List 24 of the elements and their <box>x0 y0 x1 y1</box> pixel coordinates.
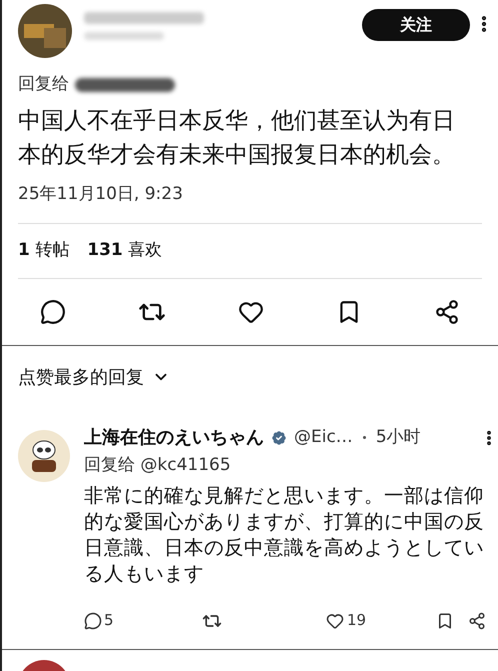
sort-replies-dropdown[interactable]: 点赞最多的回复 <box>2 346 186 408</box>
post-timestamp: 25年11月10日, 9:23 <box>18 182 184 206</box>
reply-to-label: 回复给 @kc41165 <box>84 454 232 477</box>
like-icon[interactable] <box>326 612 344 630</box>
avatar <box>18 430 70 482</box>
like-icon[interactable] <box>238 299 264 325</box>
reply-author-handle: @Eic… <box>294 426 353 449</box>
bookmark-icon[interactable] <box>436 612 454 630</box>
reply-text: 非常に的確な見解だと思います。一部は信仰的な愛国心がありますが、打算的に中国の反日意識、日本の反中意識を高めようとしている人もいます <box>84 482 485 586</box>
like-count: 19 <box>347 610 366 632</box>
stat-text[interactable]: 1 转帖 <box>18 238 70 264</box>
verified-icon <box>270 428 288 446</box>
reply-icon[interactable] <box>40 299 66 325</box>
reply-count: 5 <box>104 610 114 632</box>
reply-to-label: 回复给 <box>18 73 69 96</box>
stat-text[interactable]: 131 喜欢 <box>87 238 162 264</box>
post-text: 中国人不在乎日本反华，他们甚至认为有日本的反华才会有未来中国报复日本的机会。 <box>18 106 456 170</box>
follow-button[interactable]: 关注 <box>362 9 470 41</box>
reply-time: 5小时 <box>376 426 421 449</box>
reply-icon[interactable] <box>84 612 102 630</box>
share-icon[interactable] <box>468 612 486 630</box>
share-icon[interactable] <box>434 299 460 325</box>
reply-author-name[interactable]: 上海在住のえいちゃん <box>84 424 264 451</box>
avatar <box>18 4 72 58</box>
